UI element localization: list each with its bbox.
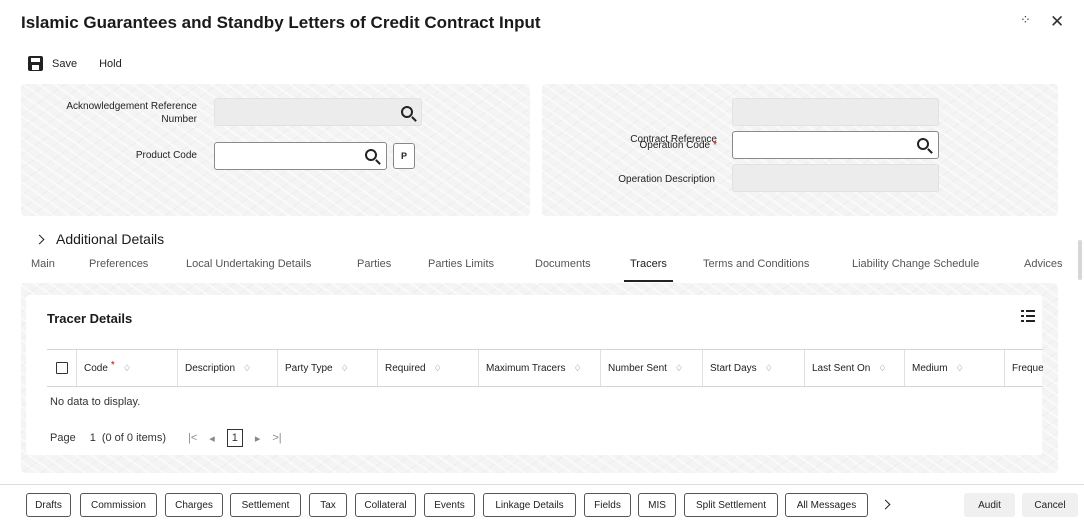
sort-icon[interactable]: ♢ [573, 363, 581, 374]
sort-icon[interactable]: ♢ [956, 363, 964, 374]
column-start-days[interactable]: Start Days ♢ [703, 350, 805, 386]
all-messages-button[interactable]: All Messages [785, 493, 868, 517]
split-settlement-button[interactable]: Split Settlement [684, 493, 778, 517]
drafts-button[interactable]: Drafts [26, 493, 71, 517]
column-frequency[interactable]: Freque [1005, 350, 1043, 386]
sort-icon[interactable]: ♢ [341, 363, 349, 374]
hold-button[interactable]: Hold [99, 58, 122, 70]
events-button[interactable]: Events [424, 493, 475, 517]
column-settings-icon[interactable] [1021, 309, 1035, 323]
first-page-icon[interactable]: |< [188, 432, 197, 444]
column-last-sent-on[interactable]: Last Sent On ♢ [805, 350, 905, 386]
tracer-table-header: Code * ♢ Description ♢ Party Type ♢ Required… [47, 349, 1043, 387]
select-all-checkbox[interactable] [56, 362, 68, 374]
prev-page-icon[interactable]: ◂ [209, 432, 215, 445]
charges-button[interactable]: Charges [165, 493, 223, 517]
fields-button[interactable]: Fields [584, 493, 631, 517]
sort-icon[interactable]: ♢ [878, 363, 886, 374]
tab-local-undertaking-details[interactable]: Local Undertaking Details [186, 258, 311, 270]
sort-icon[interactable]: ♢ [434, 363, 442, 374]
tab-advices[interactable]: Advices [1024, 258, 1063, 270]
audit-button[interactable]: Audit [964, 493, 1015, 517]
last-page-icon[interactable]: >| [272, 432, 281, 444]
page-number-input[interactable]: 1 [90, 432, 96, 444]
product-code-field[interactable] [214, 142, 387, 170]
contract-ref-field [732, 98, 939, 126]
code-required-marker: * [110, 359, 115, 371]
operation-code-label-wrap: Operation Code * [560, 139, 717, 152]
additional-details-label: Additional Details [56, 231, 165, 247]
commission-button[interactable]: Commission [80, 493, 157, 517]
operation-desc-field [732, 164, 939, 192]
close-icon[interactable]: ✕ [1050, 12, 1064, 32]
contract-ref-input [733, 99, 938, 125]
column-description[interactable]: Description ♢ [178, 350, 278, 386]
operation-code-search-icon[interactable] [917, 138, 929, 150]
expand-icon[interactable]: ⁘ [1020, 12, 1031, 28]
tab-documents[interactable]: Documents [535, 258, 591, 270]
column-medium[interactable]: Medium ♢ [905, 350, 1005, 386]
tab-tracers[interactable]: Tracers [624, 258, 673, 282]
tracer-details-title: Tracer Details [47, 311, 133, 326]
column-number-sent[interactable]: Number Sent ♢ [601, 350, 703, 386]
product-code-input[interactable] [215, 143, 386, 169]
tab-preferences[interactable]: Preferences [89, 258, 148, 270]
settlement-button[interactable]: Settlement [230, 493, 301, 517]
operation-desc-input [733, 165, 938, 191]
empty-table-message: No data to display. [50, 396, 141, 408]
pagination: Page 1 (0 of 0 items) |< ◂ 1 ▸ >| [50, 429, 288, 447]
sort-icon[interactable]: ♢ [765, 363, 773, 374]
toolbar: Save Hold [28, 56, 122, 71]
column-required[interactable]: Required ♢ [378, 350, 479, 386]
sort-icon[interactable]: ♢ [675, 363, 683, 374]
items-count: (0 of 0 items) [101, 432, 167, 444]
tab-parties-limits[interactable]: Parties Limits [428, 258, 494, 270]
save-icon [28, 56, 43, 71]
linkage-details-button[interactable]: Linkage Details [483, 493, 576, 517]
select-all-cell [47, 350, 77, 386]
ack-ref-label: Acknowledgement Reference Number [66, 101, 197, 125]
product-code-label: Product Code [135, 150, 197, 161]
page-label: Page [50, 432, 76, 444]
ack-ref-input[interactable] [215, 99, 421, 125]
required-marker: * [713, 140, 717, 151]
mis-button[interactable]: MIS [638, 493, 676, 517]
next-page-icon[interactable]: ▸ [255, 432, 261, 445]
operation-desc-label: Operation Description [618, 174, 715, 185]
operation-code-input[interactable] [733, 132, 938, 158]
tab-bar: Main Preferences Local Undertaking Detai… [0, 258, 1084, 282]
ack-ref-field[interactable] [214, 98, 422, 126]
tab-terms-and-conditions[interactable]: Terms and Conditions [703, 258, 809, 270]
save-button[interactable]: Save [28, 56, 77, 71]
column-maximum-tracers[interactable]: Maximum Tracers ♢ [479, 350, 601, 386]
tax-button[interactable]: Tax [309, 493, 347, 517]
column-party-type[interactable]: Party Type ♢ [278, 350, 378, 386]
ack-ref-search-icon[interactable] [401, 106, 413, 118]
additional-details-toggle[interactable]: Additional Details [34, 231, 165, 247]
cancel-button[interactable]: Cancel [1022, 493, 1078, 517]
current-page-button[interactable]: 1 [226, 429, 243, 447]
operation-code-field[interactable] [732, 131, 939, 159]
column-code[interactable]: Code * ♢ [77, 350, 178, 386]
save-label: Save [52, 57, 78, 70]
footer-bar: Drafts Commission Charges Settlement Tax… [0, 484, 1084, 523]
product-code-search-icon[interactable] [365, 149, 377, 161]
window-title: Islamic Guarantees and Standby Letters o… [21, 13, 541, 32]
sort-icon[interactable]: ♢ [123, 363, 131, 374]
tab-liability-change-schedule[interactable]: Liability Change Schedule [852, 258, 979, 270]
collateral-button[interactable]: Collateral [355, 493, 416, 517]
more-buttons-chevron-icon[interactable] [880, 499, 891, 510]
tab-parties[interactable]: Parties [357, 258, 391, 270]
sort-icon[interactable]: ♢ [243, 363, 251, 374]
product-p-button[interactable]: P [393, 143, 415, 169]
chevron-right-icon [34, 234, 45, 244]
tab-main[interactable]: Main [31, 258, 55, 270]
operation-code-label: Operation Code [639, 140, 711, 151]
